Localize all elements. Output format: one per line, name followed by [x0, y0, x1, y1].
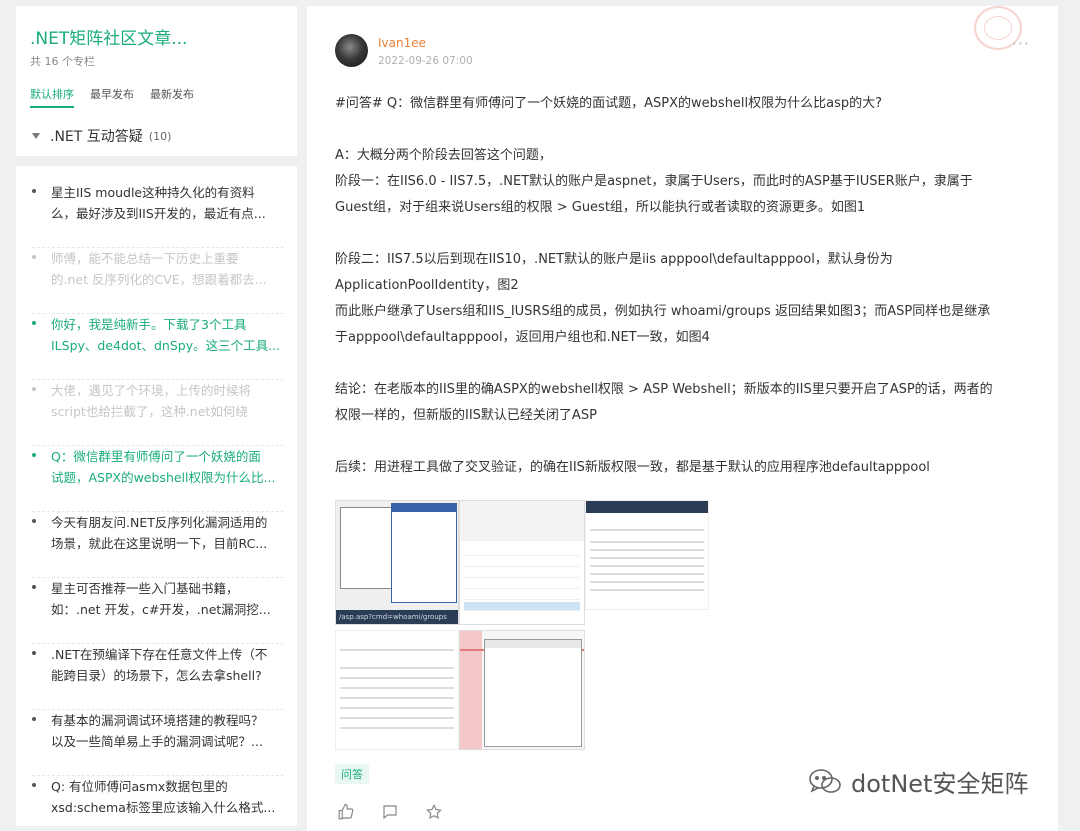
sort-tab-earliest[interactable]: 最早发布 [90, 86, 134, 102]
screenshot-image[interactable] [585, 500, 709, 610]
list-item-line: 星主可否推荐一些入门基础书籍， [51, 581, 239, 596]
bullet-icon [32, 453, 36, 457]
list-item[interactable]: 大佬，遇见了个环境，上传的时候将 script也给拦截了，这种.net如何绕 [32, 380, 284, 446]
list-item-line: 如：.net 开发，c#开发，.net漏洞挖... [51, 602, 271, 617]
more-options-icon[interactable]: ··· [1012, 34, 1030, 53]
post-paragraph [335, 429, 1035, 455]
group-name: .NET 互动答疑 [50, 129, 143, 145]
post-timestamp: 2022-09-26 07:00 [378, 55, 473, 67]
list-item-line: Q：微信群里有师傅问了一个妖娆的面 [51, 449, 261, 464]
list-item-line: 的.net 反序列化的CVE，想跟着都去... [51, 272, 267, 287]
list-item-line: ILSpy、de4dot、dnSpy。这三个工具... [51, 338, 281, 353]
sort-tabs: 默认排序 最早发布 最新发布 [30, 86, 194, 108]
post-paragraph: 于apppool\defaultapppool，返回用户组也和.NET一致，如图… [335, 330, 710, 345]
list-item-line: xsd:schema标签里应该输入什么格式... [51, 800, 276, 815]
list-item[interactable]: 你好，我是纯新手。下载了3个工具 ILSpy、de4dot、dnSpy。这三个工具… [32, 314, 284, 380]
post-paragraph: 结论：在老版本的IIS里的确ASPX的webshell权限 > ASP Webs… [335, 382, 993, 397]
list-item[interactable]: .NET在预编译下存在任意文件上传（不 能跨目录）的场景下，怎么去拿shell? [32, 644, 284, 710]
post-paragraph: 而此账户继承了Users组和IIS_IUSRS组的成员，例如执行 whoami/… [335, 304, 991, 319]
list-item-line: Q: 有位师傅问asmx数据包里的 [51, 779, 228, 794]
column-header-panel: .NET矩阵社区文章... 共 16 个专栏 默认排序 最早发布 最新发布 .N… [16, 6, 297, 156]
group-count: (10) [148, 129, 172, 143]
bullet-icon [32, 717, 36, 721]
bullet-icon [32, 189, 36, 193]
list-item-line: 试题，ASPX的webshell权限为什么比... [51, 470, 276, 485]
list-item[interactable]: 今天有朋友问.NET反序列化漏洞适用的 场景，就此在这里说明一下，目前RC... [32, 512, 284, 578]
post-paragraph: 权限一样的，但新版的IIS默认已经关闭了ASP [335, 408, 597, 423]
list-item-line: 以及一些简单易上手的漏洞调试呢？... [51, 734, 263, 749]
column-count: 共 16 个专栏 [30, 55, 95, 68]
post-body: #问答# Q：微信群里有师傅问了一个妖娆的面试题，ASPX的webshell权限… [335, 91, 1035, 481]
list-item-line: 星主IIS moudle这种持久化的有资料 [51, 185, 255, 200]
screenshot-image[interactable]: /asp.asp?cmd=whoami/groups [335, 500, 459, 625]
bullet-icon [32, 387, 36, 391]
attached-screenshots: /asp.asp?cmd=whoami/groups [335, 500, 715, 750]
screenshot-url-text: /asp.asp?cmd=whoami/groups [336, 610, 458, 624]
list-item-line: 你好，我是纯新手。下载了3个工具 [51, 317, 247, 332]
bullet-icon [32, 585, 36, 589]
list-item-line: 今天有朋友问.NET反序列化漏洞适用的 [51, 515, 268, 530]
list-item-line: 么，最好涉及到IIS开发的，最近有点... [51, 206, 266, 221]
list-item-line: script也给拦截了，这种.net如何绕 [51, 404, 248, 419]
list-item-line: 有基本的漏洞调试环境搭建的教程吗？ [51, 713, 264, 728]
screenshot-image[interactable] [459, 630, 585, 750]
list-item[interactable]: Q: 有位师傅问asmx数据包里的 xsd:schema标签里应该输入什么格式..… [32, 776, 284, 826]
post-paragraph [335, 117, 1035, 143]
like-icon[interactable] [337, 803, 355, 821]
sort-tab-newest[interactable]: 最新发布 [150, 86, 194, 102]
list-item[interactable]: Q：微信群里有师傅问了一个妖娆的面 试题，ASPX的webshell权限为什么比.… [32, 446, 284, 512]
wechat-logo-icon [809, 768, 841, 793]
post-paragraph: 阶段二：IIS7.5以后到现在IIS10，.NET默认的账户是iis apppo… [335, 252, 893, 267]
post-paragraph: A：大概分两个阶段去回答这个问题， [335, 148, 552, 163]
screenshot-image[interactable] [459, 500, 585, 625]
post-paragraph: ApplicationPoolIdentity，图2 [335, 278, 519, 293]
post-actions [337, 803, 443, 821]
bullet-icon [32, 321, 36, 325]
list-item[interactable]: 星主可否推荐一些入门基础书籍， 如：.net 开发，c#开发，.net漏洞挖... [32, 578, 284, 644]
list-item-line: .NET在预编译下存在任意文件上传（不 [51, 647, 268, 662]
post-card: Ivan1ee 2022-09-26 07:00 ··· #问答# Q：微信群里… [307, 6, 1058, 831]
star-icon[interactable] [425, 803, 443, 821]
list-item[interactable]: 有基本的漏洞调试环境搭建的教程吗？ 以及一些简单易上手的漏洞调试呢？... [32, 710, 284, 776]
caret-down-icon [32, 133, 40, 139]
list-item[interactable]: 星主IIS moudle这种持久化的有资料 么，最好涉及到IIS开发的，最近有点.… [32, 182, 284, 248]
bullet-icon [32, 651, 36, 655]
author-name[interactable]: Ivan1ee [378, 36, 426, 50]
list-item[interactable]: 师傅，能不能总结一下历史上重要的.net 反序列化的CVE，想跟着都去... [32, 248, 284, 314]
group-header[interactable]: .NET 互动答疑 (10) [32, 126, 171, 146]
post-paragraph: Guest组，对于组来说Users组的权限 > Guest组，所以能执行或者读取… [335, 200, 866, 215]
list-item-line: 场景，就此在这里说明一下，目前RC... [51, 536, 268, 551]
list-item-line: 能跨目录）的场景下，怎么去拿shell? [51, 668, 262, 683]
bullet-icon [32, 783, 36, 787]
post-paragraph [335, 351, 1035, 377]
post-paragraph [335, 221, 1035, 247]
bullet-icon [32, 255, 36, 259]
list-item-line: 大佬，遇见了个环境，上传的时候将 [51, 383, 252, 398]
post-paragraph: 阶段一：在IIS6.0 - IIS7.5，.NET默认的账户是aspnet，隶属… [335, 174, 973, 189]
topic-list: 星主IIS moudle这种持久化的有资料 么，最好涉及到IIS开发的，最近有点.… [16, 166, 297, 826]
post-paragraph: 后续：用进程工具做了交叉验证，的确在IIS新版权限一致，都是基于默认的应用程序池… [335, 460, 930, 475]
sort-tab-default[interactable]: 默认排序 [30, 86, 74, 108]
bullet-icon [32, 519, 36, 523]
comment-icon[interactable] [381, 803, 399, 821]
list-item-line: 师傅，能不能总结一下历史上重要 [51, 251, 239, 266]
watermark-text: dotNet安全矩阵 [851, 770, 1029, 798]
post-paragraph: #问答# Q：微信群里有师傅问了一个妖娆的面试题，ASPX的webshell权限… [335, 96, 883, 111]
screenshot-image[interactable] [335, 630, 459, 750]
topic-tag[interactable]: 问答 [335, 764, 369, 784]
watermark: dotNet安全矩阵 [807, 764, 1028, 799]
column-title[interactable]: .NET矩阵社区文章... [30, 24, 187, 49]
avatar[interactable] [335, 34, 368, 67]
